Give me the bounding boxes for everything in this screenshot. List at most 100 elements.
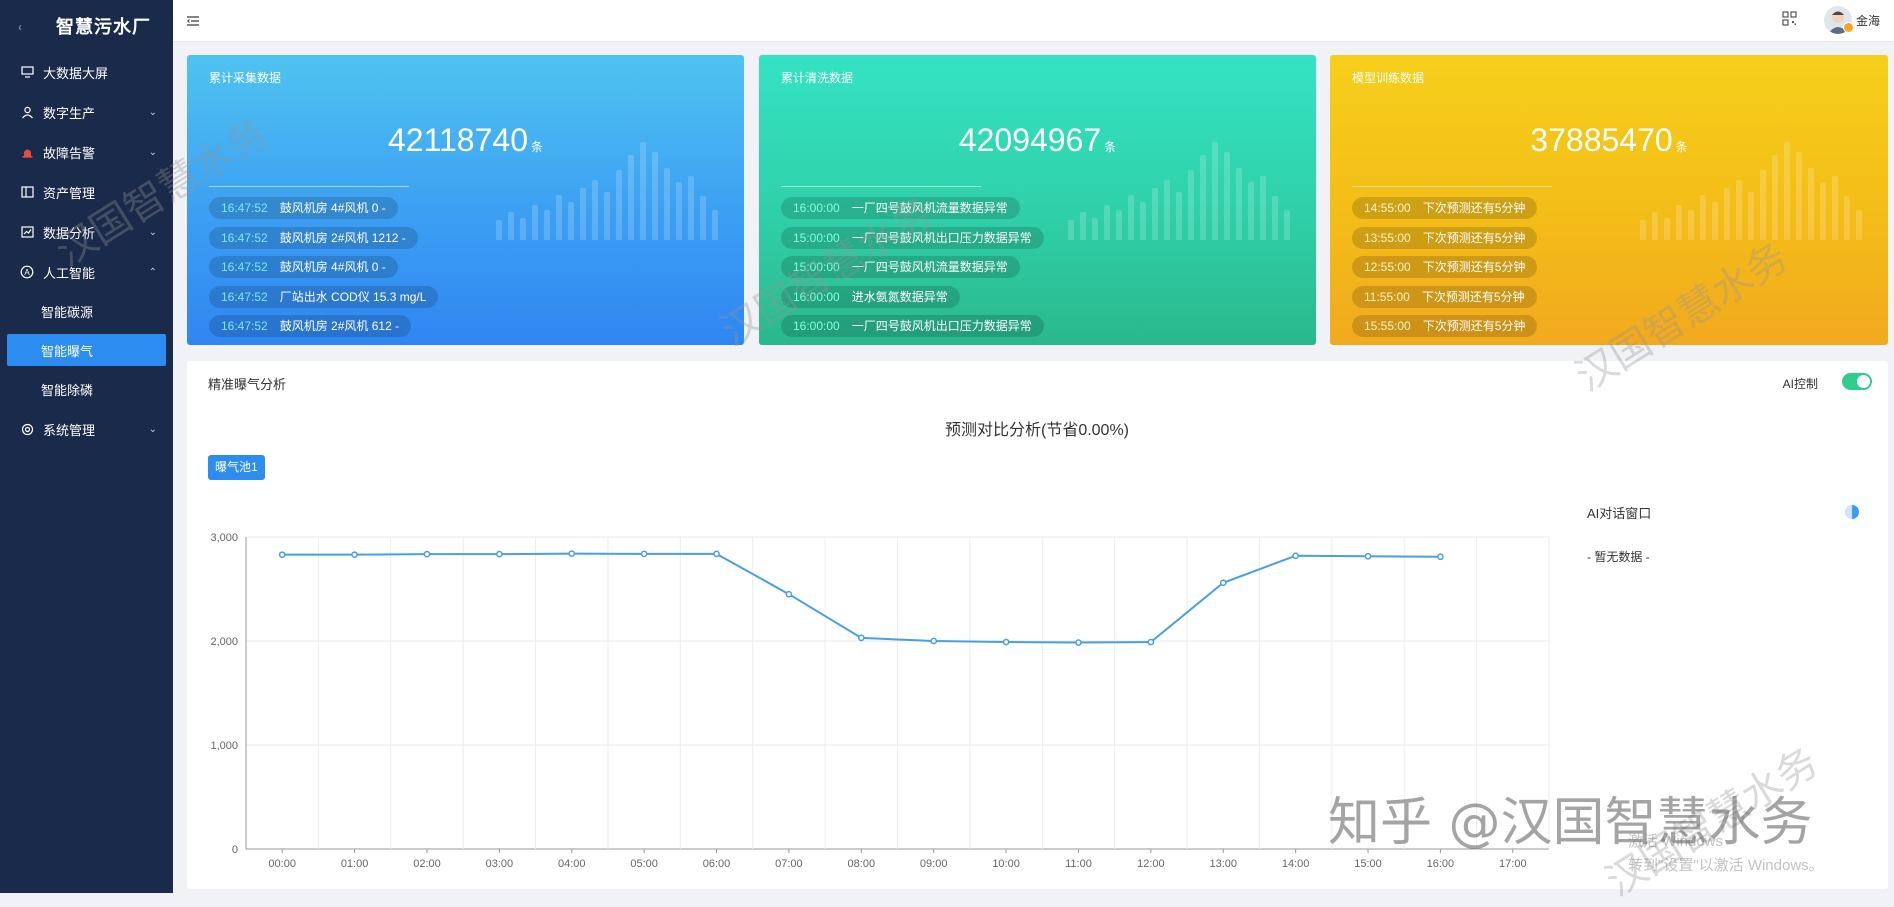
pool-button[interactable]: 曝气池1 <box>208 455 265 480</box>
sidebar-subitem-label: 智能除磷 <box>41 383 94 398</box>
chevron-down-icon: ⌄ <box>148 146 157 158</box>
log-item: 12:55:00 下次预测还有5分钟 <box>1352 256 1538 278</box>
training-data-card: 模型训练数据 37885470 条 14:55:00 下次预测还有5分钟 13:55… <box>1330 55 1888 345</box>
card-unit: 条 <box>1675 140 1688 154</box>
qrcode-icon[interactable] <box>1782 11 1797 26</box>
chevron-down-icon: ⌄ <box>148 226 157 238</box>
card-title: 累计清洗数据 <box>781 71 854 85</box>
card-title: 累计采集数据 <box>209 71 282 85</box>
data-point <box>785 590 793 598</box>
x-tick-label: 06:00 <box>703 858 731 870</box>
ai-window-title: AI对话窗口 <box>1587 506 1652 521</box>
data-point <box>423 550 431 558</box>
sidebar-item-label: 数据分析 <box>43 225 96 241</box>
svg-text:A: A <box>24 268 30 277</box>
log-list: 16:00:00 一厂四号鼓风机流量数据异常 15:00:00 一厂四号鼓风机出口压… <box>781 197 1044 345</box>
windows-activation-line1: 激活 Windows <box>1628 833 1724 850</box>
gear-icon <box>20 422 34 436</box>
ai-window-empty: - 暂无数据 - <box>1587 550 1650 564</box>
x-tick-label: 11:00 <box>1065 858 1092 870</box>
windows-activation-notice: 激活 Windows 转到"设置"以激活 Windows。 <box>1628 830 1824 878</box>
x-tick-label: 17:00 <box>1499 858 1527 870</box>
chevron-down-icon: ⌄ <box>148 106 157 118</box>
x-tick-label: 08:00 <box>848 858 876 870</box>
log-item: 16:47:52 厂站出水 COD仪 15.3 mg/L <box>209 285 439 308</box>
data-point <box>930 637 938 645</box>
card-unit: 条 <box>1104 140 1117 154</box>
sidebar-item-assets[interactable]: 资产管理 <box>0 172 173 212</box>
y-tick-label: 1,000 <box>210 740 238 752</box>
card-unit: 条 <box>530 140 543 154</box>
log-item: 11:55:00 下次预测还有5分钟 <box>1352 285 1537 308</box>
card-value-row: 42118740 条 <box>187 122 744 159</box>
username[interactable]: 金海 <box>1856 12 1880 29</box>
card-title: 模型训练数据 <box>1352 71 1425 85</box>
x-tick-label: 01:00 <box>341 858 369 870</box>
log-item: 15:00:00 一厂四号鼓风机流量数据异常 <box>781 256 1020 278</box>
data-point <box>1364 552 1372 560</box>
sidebar-item-ai[interactable]: A 人工智能 ⌃ <box>0 252 173 292</box>
sidebar-subitem-label: 智能曝气 <box>41 343 94 359</box>
x-tick-label: 05:00 <box>630 858 658 870</box>
user-badge-icon <box>1843 22 1854 33</box>
x-tick-label: 13:00 <box>1209 858 1237 870</box>
card-value: 37885470 <box>1530 122 1673 158</box>
menu-toggle-icon[interactable] <box>187 13 199 29</box>
data-point <box>857 634 865 642</box>
card-value: 42118740 <box>387 122 528 158</box>
sidebar-subitem-aeration[interactable]: 智能曝气 <box>7 334 166 366</box>
sidebar-item-label: 资产管理 <box>43 185 96 201</box>
sidebar-item-label: 大数据大屏 <box>43 65 109 81</box>
sidebar-item-analysis[interactable]: 数据分析 ⌄ <box>0 212 173 252</box>
sidebar-item-label: 人工智能 <box>43 265 96 281</box>
divider <box>209 186 409 187</box>
data-point <box>351 551 358 559</box>
chevron-up-icon: ⌃ <box>148 266 157 278</box>
log-list: 16:47:52 鼓风机房 4#风机 0 - 16:47:52 鼓风机房 2#风机 … <box>209 197 439 345</box>
log-item: 14:55:00 下次预测还有5分钟 <box>1352 197 1538 219</box>
x-tick-label: 07:00 <box>775 858 803 870</box>
log-item: 13:55:00 下次预测还有5分钟 <box>1352 226 1538 249</box>
log-list: 14:55:00 下次预测还有5分钟 13:55:00 下次预测还有5分钟 12:5… <box>1352 197 1538 345</box>
collapse-icon[interactable]: ‹ <box>18 20 23 34</box>
sidebar-item-label: 故障告警 <box>43 145 96 161</box>
user-icon <box>20 105 34 119</box>
x-tick-label: 15:00 <box>1354 858 1382 870</box>
data-point <box>1219 579 1227 587</box>
sidebar-item-label: 系统管理 <box>43 422 96 438</box>
sidebar-item-alarm[interactable]: 故障告警 ⌄ <box>0 132 173 172</box>
log-item: 16:00:00 一厂四号鼓风机流量数据异常 <box>781 197 1020 219</box>
sidebar-item-bigscreen[interactable]: 大数据大屏 <box>0 52 173 92</box>
ai-icon: A <box>20 265 34 279</box>
ai-control-toggle[interactable] <box>1842 373 1872 390</box>
log-item: 15:55:00 下次预测还有5分钟 <box>1352 315 1538 337</box>
sidebar-subitem-phosphorus[interactable]: 智能除磷 <box>0 370 173 409</box>
cleaned-data-card: 累计清洗数据 42094967 条 16:00:00 一厂四号鼓风机流量数据异常 1… <box>759 55 1316 345</box>
sidebar-subitem-carbon[interactable]: 智能碳源 <box>0 292 173 331</box>
panel-title: 精准曝气分析 <box>208 377 287 392</box>
log-item: 16:47:52 鼓风机房 2#风机 612 - <box>209 315 412 337</box>
log-item: 16:00:00 一厂四号鼓风机出口压力数据异常 <box>781 315 1044 337</box>
app-logo: ‹ 智慧污水厂 <box>0 0 173 52</box>
chevron-down-icon: ⌄ <box>148 423 157 435</box>
data-point <box>1437 553 1444 561</box>
x-tick-label: 12:00 <box>1137 858 1165 870</box>
x-tick-label: 04:00 <box>558 858 586 870</box>
sidebar-item-system[interactable]: 系统管理 ⌄ <box>0 409 173 449</box>
series-line <box>282 552 1441 644</box>
x-tick-label: 03:00 <box>486 858 514 870</box>
sidebar-item-production[interactable]: 数字生产 ⌄ <box>0 92 173 132</box>
windows-activation-line2: 转到"设置"以激活 Windows。 <box>1628 857 1824 874</box>
data-point <box>713 550 720 558</box>
x-tick-label: 00:00 <box>268 858 296 870</box>
ai-control-label: AI控制 <box>1782 377 1818 391</box>
log-item: 16:47:52 鼓风机房 4#风机 0 - <box>209 197 398 219</box>
log-item: 16:47:52 鼓风机房 2#风机 1212 - <box>209 226 418 249</box>
sidebar: ‹ 智慧污水厂 大数据大屏 数字生产 ⌄ 故障告警 ⌄ 资产管理 数据分析 ⌄ <box>0 0 173 893</box>
top-header: 金海 <box>173 0 1894 42</box>
x-tick-label: 09:00 <box>920 858 948 870</box>
y-tick-label: 0 <box>232 844 238 856</box>
card-value-row: 42094967 条 <box>759 122 1316 159</box>
x-tick-label: 02:00 <box>413 858 441 870</box>
book-icon <box>20 185 34 199</box>
